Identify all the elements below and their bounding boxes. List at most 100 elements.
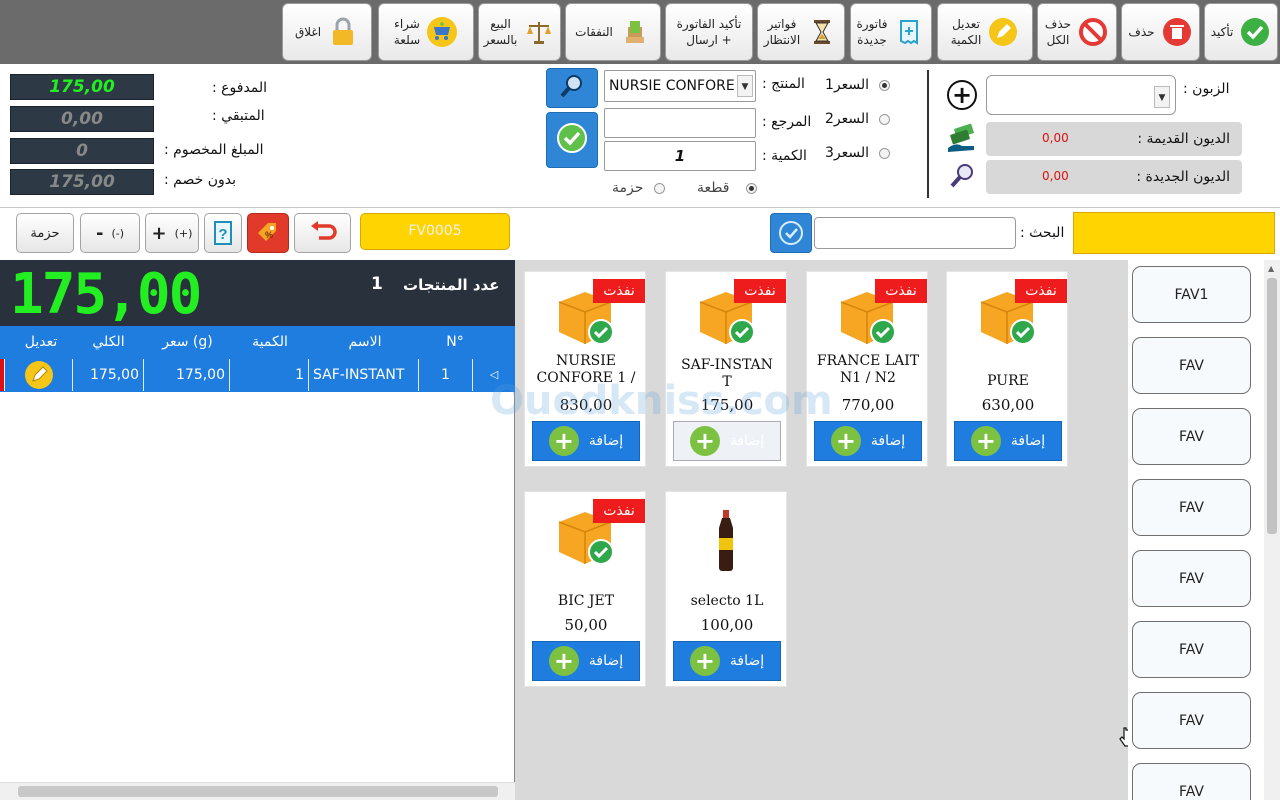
product-name: selecto 1L [690,593,764,609]
quantity-label: الكمية : [762,148,807,164]
product-card[interactable]: نفذت FRANCE LAIT N1 / N2 770,00 + إضافة [806,271,928,467]
fav-button[interactable]: FAV1 [1132,266,1251,323]
product-price: 50,00 [564,616,608,634]
plus-icon: + [689,646,720,676]
add-product-button[interactable]: + إضافة [954,421,1062,461]
pos-window: تأكيد حذف حذف الكل تعديل الكمية فاتورة ج [0,0,1280,800]
product-name: BIC JET [557,593,615,609]
expenses-button[interactable]: النفقات [565,3,661,61]
price3-radio[interactable] [879,148,890,159]
check-circle-icon [1239,16,1271,48]
reference-input[interactable] [604,108,756,138]
product-count-label: عدد المنتجات [403,276,500,294]
product-card[interactable]: نفذت NURSIE CONFORE 1 / 830,00 + إضافة [524,271,646,467]
quantity-input[interactable]: 1 [604,141,756,171]
fav-button[interactable]: FAV [1132,763,1251,800]
search-customer-icon[interactable] [947,161,977,191]
check-circle-icon [779,221,803,245]
unit-piece-radio[interactable] [746,183,757,194]
search-input[interactable] [814,217,1016,249]
edit-quantity-button[interactable]: تعديل الكمية [937,3,1033,61]
grand-total-display: 175,00 [10,262,202,327]
add-product-button[interactable]: + إضافة [814,421,922,461]
search-confirm-button[interactable] [770,213,812,253]
col-price: سعر (g) [162,334,213,350]
horizontal-scrollbar[interactable] [0,782,515,800]
customer-select[interactable]: ▼ [986,75,1176,115]
confirm-send-button[interactable]: تأكيد الفاتورة + ارسال [665,3,753,61]
fav-button[interactable]: FAV [1132,479,1251,536]
delete-all-button[interactable]: حذف الكل [1037,3,1117,61]
scroll-up-icon[interactable]: ▲ [1268,264,1274,273]
delete-button[interactable]: حذف [1121,3,1200,61]
product-select[interactable]: NURSIE CONFORE ▼ [604,70,756,102]
horizontal-scroll-thumb[interactable] [18,786,498,797]
invoice-info-panel: 175,00 المدفوع : 0,00 المتبقي : 0 المبلغ… [0,64,1280,208]
increase-button[interactable]: + (+) [145,213,199,253]
undo-button[interactable] [294,213,351,253]
sell-by-price-button[interactable]: البيع بالسعر [478,3,561,61]
add-product-button[interactable]: + إضافة [673,421,781,461]
add-product-button[interactable]: + إضافة [532,421,640,461]
price2-radio[interactable] [879,114,890,125]
col-edit: تعديل [24,334,58,350]
add-product-confirm-button[interactable] [546,112,598,168]
help-button[interactable]: ? [204,213,242,253]
discount-button[interactable]: % [247,213,289,253]
close-button[interactable]: اغلاق [282,3,372,61]
product-card[interactable]: نفذت BIC JET 50,00 + إضافة [524,491,646,687]
table-row[interactable]: ◁ 1 SAF-INSTANT 1 175,00 175,00 [0,358,515,392]
unit-pack-label: حزمة [612,180,644,196]
new-invoice-button[interactable]: فاتورة جديدة [850,3,932,61]
fav-button[interactable]: FAV [1132,408,1251,465]
expenses-icon [619,16,651,48]
remaining-label: المتبقي : [212,108,265,124]
row-quantity: 1 [229,359,308,391]
expenses-label: النفقات [575,25,613,39]
price1-radio[interactable] [879,80,890,91]
fav-button[interactable]: FAV [1132,692,1251,749]
vertical-scrollbar[interactable]: ▲ [1264,260,1280,800]
product-search-button[interactable] [546,68,598,108]
vertical-scroll-thumb[interactable] [1267,278,1277,534]
chevron-down-icon[interactable]: ▼ [737,75,753,97]
add-product-button[interactable]: + إضافة [673,641,781,681]
plus-icon: + [548,646,579,676]
price2-label: السعر2 [825,111,870,127]
col-quantity: الكمية [252,334,288,350]
plus-hint: (+) [174,226,193,240]
prohibited-icon [1077,16,1109,48]
invoice-number: FV0005 [360,213,510,250]
product-price: 830,00 [559,396,613,414]
undo-arrow-icon [310,221,337,240]
add-label: إضافة [588,433,624,449]
fav-button[interactable]: FAV [1132,550,1251,607]
product-card[interactable]: selecto 1L 100,00 + إضافة [665,491,787,687]
money-hands-icon [945,122,979,156]
pack-button[interactable]: حزمة [16,213,74,253]
confirm-button[interactable]: تأكيد [1204,3,1278,61]
product-card[interactable]: نفذت SAF-INSTAN T 175,00 + إضافة [665,271,787,467]
row-name: SAF-INSTANT [308,359,418,391]
price3-label: السعر3 [825,145,870,161]
new-debt-box: 0,00 الديون الجديدة : [986,160,1242,194]
decrease-button[interactable]: - (-) [80,213,140,253]
out-of-stock-badge: نفذت [593,279,645,303]
product-grid: نفذت PURE 630,00 + إضافة نفذت FRANCE LAI… [515,260,1136,800]
col-name: الاسم [348,334,382,350]
barcode-input[interactable] [1073,212,1275,254]
fav-button[interactable]: FAV [1132,621,1251,678]
out-of-stock-badge: نفذت [593,499,645,523]
row-edit-button[interactable] [4,359,72,391]
add-product-button[interactable]: + إضافة [532,641,640,681]
row-total: 175,00 [72,359,143,391]
unit-pack-radio[interactable] [654,183,665,194]
product-card[interactable]: نفذت PURE 630,00 + إضافة [946,271,1068,467]
bottle-icon [714,508,738,576]
fav-button[interactable]: FAV [1132,337,1251,394]
add-customer-icon[interactable]: + [947,80,977,110]
pending-invoices-button[interactable]: فواتير الانتظار [757,3,845,61]
col-total: الكلي [92,334,125,350]
buy-item-button[interactable]: شراء سلعة [378,3,474,61]
chevron-down-icon[interactable]: ▼ [1154,86,1170,108]
